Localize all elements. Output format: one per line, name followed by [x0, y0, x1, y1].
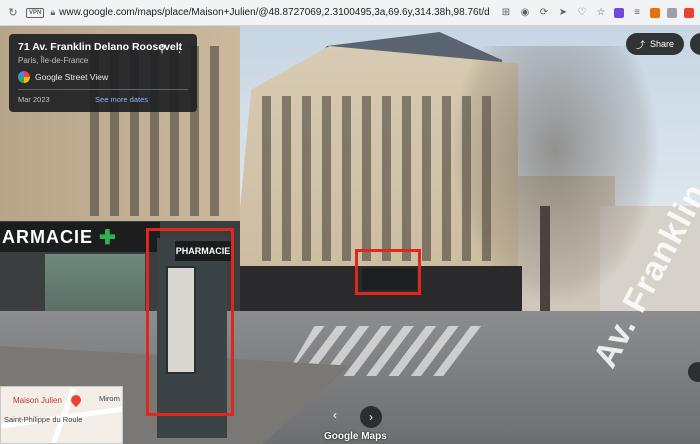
divider: [18, 89, 188, 90]
location-info-card: ⚲ ⋮ 71 Av. Franklin Delano Roosevelt Par…: [9, 34, 197, 112]
date-row: Mar 2023 See more dates: [18, 95, 188, 104]
lock-icon: 🔒︎: [50, 7, 56, 17]
capture-date: Mar 2023: [18, 95, 50, 104]
browser-toolbar: ↻ VPN 🔒︎ www.google.com/maps/place/Maiso…: [0, 0, 700, 26]
locality-text: Paris, Île-de-France: [18, 56, 89, 65]
card-actions: ⚲ ⋮: [158, 42, 185, 55]
vpn-badge[interactable]: VPN: [26, 7, 45, 18]
minimap-place-label: Maison Julien: [13, 396, 62, 405]
highlight-box-kiosk: [146, 228, 234, 416]
reload-icon[interactable]: ↻: [6, 6, 20, 20]
extension-icon[interactable]: [614, 7, 624, 18]
minimap-church-label: Saint-Philippe du Roule: [4, 415, 83, 424]
google-logo-icon: [18, 71, 30, 83]
pharmacy-cross-icon: ✚: [99, 226, 117, 249]
next-button[interactable]: ›: [360, 406, 382, 428]
street-view-label: Google Street View: [35, 72, 109, 82]
grid-icon[interactable]: ⊞: [500, 7, 512, 19]
highlight-box-restaurant: [355, 249, 421, 295]
extension-orange-icon[interactable]: [650, 7, 660, 18]
sync-icon[interactable]: ⟳: [538, 7, 550, 19]
street-view-source: Google Street View: [18, 71, 188, 83]
extension-red-icon[interactable]: [684, 7, 694, 18]
location-pin-icon[interactable]: ⚲: [158, 42, 166, 55]
send-icon[interactable]: ➤: [557, 7, 569, 19]
extension-gray-icon[interactable]: [667, 7, 677, 18]
see-more-dates-link[interactable]: See more dates: [95, 95, 148, 104]
star-icon[interactable]: ☆: [595, 7, 607, 19]
browser-extension-icons: ⊞ ◉ ⟳ ➤ ♡ ☆ ≡: [500, 7, 694, 19]
pharmacy-sign-text: ARMACIE: [2, 226, 93, 247]
pharmacy-sign: ARMACIE ✚: [0, 222, 160, 252]
address-bar[interactable]: 🔒︎ www.google.com/maps/place/Maison+Juli…: [50, 4, 490, 22]
share-button[interactable]: ⤴ Share: [626, 33, 684, 55]
url-text: www.google.com/maps/place/Maison+Julien/…: [59, 7, 490, 18]
more-options-icon[interactable]: ⋮: [174, 42, 185, 55]
share-label: Share: [649, 39, 675, 49]
share-icon: ⤴: [635, 39, 645, 50]
chevron-left-icon[interactable]: ‹: [333, 408, 337, 422]
heart-icon[interactable]: ♡: [576, 7, 588, 19]
google-maps-logo: Google Maps: [324, 431, 387, 442]
camera-icon[interactable]: ◉: [519, 7, 531, 19]
minimap[interactable]: Maison Julien Mirom Saint-Philippe du Ro…: [0, 386, 123, 444]
menu-icon[interactable]: ≡: [631, 7, 643, 19]
minimap-place2-label: Mirom: [99, 394, 120, 403]
